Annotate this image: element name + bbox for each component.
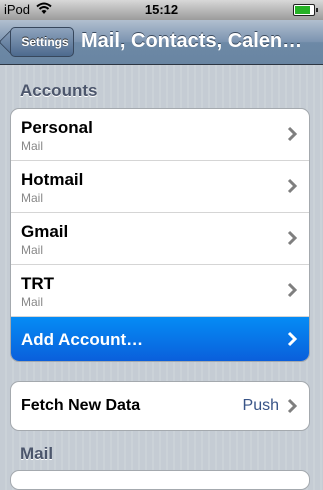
account-row-gmail[interactable]: Gmail Mail: [11, 213, 309, 265]
account-type: Mail: [21, 243, 44, 257]
account-type: Mail: [21, 191, 44, 205]
page-title: Mail, Contacts, Calen…: [81, 30, 303, 52]
clock: 15:12: [144, 2, 179, 17]
account-row-hotmail[interactable]: Hotmail Mail: [11, 161, 309, 213]
status-bar: iPod 15:12: [0, 0, 323, 20]
chevron-right-icon: [287, 331, 298, 347]
account-type: Mail: [21, 295, 44, 309]
account-type: Mail: [21, 139, 44, 153]
chevron-right-icon: [287, 126, 298, 142]
account-name: TRT: [21, 274, 55, 293]
battery-fill: [295, 6, 310, 14]
battery-icon: [293, 4, 318, 16]
accounts-section-header: Accounts: [20, 81, 98, 100]
back-button-label: Settings: [21, 35, 69, 49]
mail-section-header: Mail: [20, 444, 54, 463]
accounts-group: Personal Mail Hotmail Mail Gmail Mail TR…: [10, 108, 310, 362]
chevron-right-icon: [287, 282, 298, 298]
add-account-label: Add Account…: [21, 330, 144, 349]
fetch-group: Fetch New Data Push: [10, 381, 310, 431]
account-name: Personal: [21, 118, 93, 137]
fetch-new-data-label: Fetch New Data: [21, 397, 141, 414]
account-row-personal[interactable]: Personal Mail: [11, 109, 309, 161]
navigation-bar: Settings Mail, Contacts, Calen…: [0, 20, 323, 65]
account-name: Gmail: [21, 222, 69, 241]
chevron-right-icon: [287, 178, 298, 194]
fetch-new-data-row[interactable]: Fetch New Data Push: [11, 382, 309, 430]
add-account-button[interactable]: Add Account…: [11, 317, 309, 361]
chevron-right-icon: [287, 398, 298, 414]
back-button[interactable]: Settings: [10, 27, 74, 57]
account-name: Hotmail: [21, 170, 84, 189]
chevron-right-icon: [287, 230, 298, 246]
fetch-new-data-value: Push: [242, 397, 279, 414]
account-row-trt[interactable]: TRT Mail: [11, 265, 309, 317]
mail-group: [10, 470, 310, 490]
